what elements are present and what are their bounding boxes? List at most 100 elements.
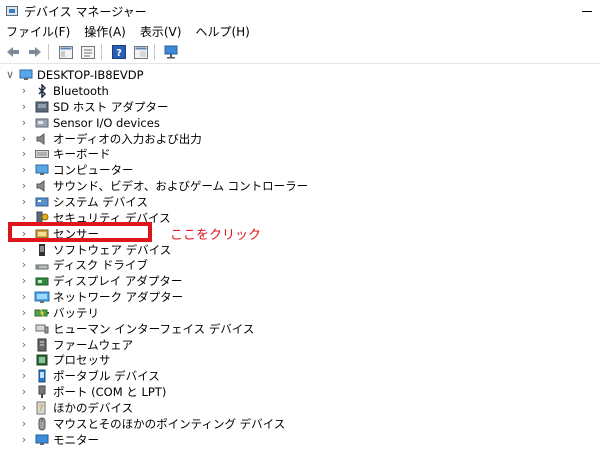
tree-item[interactable]: › ソフトウェア デバイス [0, 242, 600, 258]
chevron-right-icon[interactable]: › [19, 83, 29, 99]
tree-item[interactable]: › ディスク ドライブ [0, 257, 600, 273]
other-device-icon: ? [34, 400, 50, 416]
display-adapter-icon [34, 273, 50, 289]
tree-item[interactable]: › コンピューター [0, 162, 600, 178]
tree-item[interactable]: › マウスとそのほかのポインティング デバイス [0, 416, 600, 432]
chevron-right-icon[interactable]: › [19, 178, 29, 194]
tree-item-label: Sensor I/O devices [53, 115, 160, 130]
chevron-right-icon[interactable]: › [19, 432, 29, 448]
chevron-right-icon[interactable]: › [19, 289, 29, 305]
tree-item[interactable]: › キーボード [0, 146, 600, 162]
properties-icon [81, 45, 95, 59]
processor-icon [34, 352, 50, 368]
chevron-right-icon[interactable]: › [19, 131, 29, 147]
tree-root-row[interactable]: ∨ DESKTOP-IB8EVDP [0, 67, 600, 83]
chevron-right-icon[interactable]: › [19, 257, 29, 273]
tree-item-label: Bluetooth [53, 84, 109, 98]
back-button[interactable] [4, 43, 22, 61]
tree-item-label: ソフトウェア デバイス [53, 242, 172, 257]
speaker-icon [34, 131, 50, 147]
chevron-right-icon[interactable]: › [19, 384, 29, 400]
tree-item[interactable]: › Bluetooth [0, 83, 600, 99]
computer-icon [18, 67, 34, 83]
tree-item-label: コンピューター [53, 163, 134, 178]
tree-item[interactable]: › プロセッサ [0, 352, 600, 368]
tree-item[interactable]: › システム デバイス [0, 194, 600, 210]
forward-button[interactable] [26, 43, 44, 61]
tree-item-label: ディスプレイ アダプター [53, 274, 183, 289]
chevron-right-icon[interactable]: › [19, 368, 29, 384]
battery-icon [34, 305, 50, 321]
firmware-icon [34, 337, 50, 353]
svg-text:?: ? [39, 404, 44, 414]
device-tree: ∨ DESKTOP-IB8EVDP › Bluetooth › SD ホスト アダプタ… [0, 64, 600, 453]
chevron-right-icon[interactable]: › [19, 337, 29, 353]
chevron-down-icon[interactable]: ∨ [5, 67, 15, 83]
tree-item[interactable]: › ネットワーク アダプター [0, 289, 600, 305]
mouse-icon [34, 416, 50, 432]
speaker-icon [34, 178, 50, 194]
tree-item-label: ファームウェア [53, 337, 134, 352]
chevron-right-icon[interactable]: › [19, 162, 29, 178]
device-manager-window: デバイス マネージャー ファイル(F) 操作(A) 表示(V) ヘルプ(H) ? [0, 0, 600, 453]
chevron-right-icon[interactable]: › [19, 352, 29, 368]
highlight-box [8, 222, 152, 242]
back-arrow-icon [7, 47, 19, 57]
minimize-button[interactable] [580, 4, 594, 18]
tree-item[interactable]: › ファームウェア [0, 337, 600, 353]
sensor-io-icon [34, 115, 50, 131]
tree-item-label: ディスク ドライブ [53, 258, 148, 273]
tree-item-label: プロセッサ [53, 353, 111, 368]
properties-button[interactable] [79, 43, 97, 61]
software-device-icon [34, 242, 50, 258]
menu-file[interactable]: ファイル(F) [6, 23, 70, 40]
chevron-right-icon[interactable]: › [19, 146, 29, 162]
portable-device-icon [34, 368, 50, 384]
tree-item[interactable]: › ポート (COM と LPT) [0, 384, 600, 400]
tree-item-label: ヒューマン インターフェイス デバイス [53, 321, 255, 336]
hid-icon [34, 321, 50, 337]
toolbar-separator [101, 44, 102, 60]
help-button[interactable]: ? [110, 43, 128, 61]
tree-item[interactable]: › SD ホスト アダプター [0, 99, 600, 115]
tree-item[interactable]: › オーディオの入力および出力 [0, 131, 600, 147]
chevron-right-icon[interactable]: › [19, 99, 29, 115]
menu-view[interactable]: 表示(V) [140, 23, 182, 40]
chevron-right-icon[interactable]: › [19, 416, 29, 432]
chevron-right-icon[interactable]: › [19, 400, 29, 416]
tree-item[interactable]: › バッテリ [0, 305, 600, 321]
port-icon [34, 384, 50, 400]
monitor-icon [34, 432, 50, 448]
forward-arrow-icon [29, 47, 41, 57]
tree-item-label: ポート (COM と LPT) [53, 385, 167, 400]
menu-bar: ファイル(F) 操作(A) 表示(V) ヘルプ(H) [0, 22, 600, 40]
window-view-icon [134, 45, 148, 59]
tree-item-label: サウンド、ビデオ、およびゲーム コントローラー [53, 179, 309, 194]
tree-item-label: ほかのデバイス [53, 401, 134, 415]
menu-action[interactable]: 操作(A) [84, 23, 126, 40]
bluetooth-icon [34, 83, 50, 99]
disk-drive-icon [34, 257, 50, 273]
scan-hardware-button[interactable] [163, 43, 181, 61]
tree-item[interactable]: › サウンド、ビデオ、およびゲーム コントローラー [0, 178, 600, 194]
chevron-right-icon[interactable]: › [19, 115, 29, 131]
tree-item[interactable]: › モニター [0, 432, 600, 448]
show-hide-tree-button[interactable] [57, 43, 75, 61]
tree-item[interactable]: ›? ほかのデバイス [0, 400, 600, 416]
chevron-right-icon[interactable]: › [19, 305, 29, 321]
title-bar: デバイス マネージャー [0, 0, 600, 22]
chevron-right-icon[interactable]: › [19, 321, 29, 337]
tree-item[interactable]: › Sensor I/O devices [0, 115, 600, 131]
action-view-button[interactable] [132, 43, 150, 61]
chevron-right-icon[interactable]: › [19, 273, 29, 289]
tree-item[interactable]: › ポータブル デバイス [0, 368, 600, 384]
menu-help[interactable]: ヘルプ(H) [195, 23, 249, 40]
tree-item[interactable]: › ヒューマン インターフェイス デバイス [0, 321, 600, 337]
chevron-right-icon[interactable]: › [19, 194, 29, 210]
toolbar-separator [48, 44, 49, 60]
svg-text:?: ? [116, 48, 122, 59]
tree-item-label: SD ホスト アダプター [53, 99, 169, 114]
tree-item[interactable]: › ディスプレイ アダプター [0, 273, 600, 289]
system-device-icon [34, 194, 50, 210]
chevron-right-icon[interactable]: › [19, 242, 29, 258]
